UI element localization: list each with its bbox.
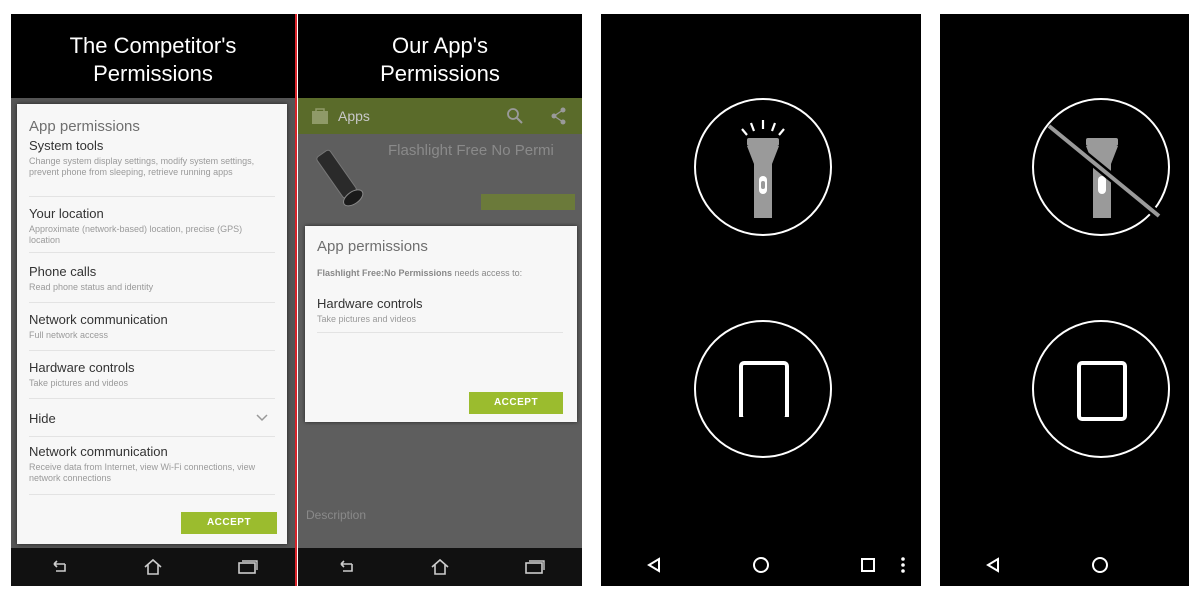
permission-desc: Approximate (network-based) location, pr…	[29, 224, 243, 245]
permission-hardware[interactable]: Hardware controls Take pictures and vide…	[317, 296, 563, 333]
home-icon	[1091, 557, 1108, 573]
screen-light-button[interactable]	[1032, 320, 1170, 458]
home-icon	[144, 558, 162, 575]
share-icon[interactable]	[550, 107, 568, 125]
permission-title: Your location	[29, 206, 104, 221]
recents-button[interactable]	[515, 552, 555, 582]
permission-title: Hardware controls	[317, 296, 423, 311]
flashlight-off-icon	[1046, 122, 1162, 220]
back-button[interactable]	[38, 552, 78, 582]
competitor-permissions-dialog: App permissions System tools Change syst…	[17, 104, 287, 544]
nav-bar	[940, 546, 1189, 584]
recents-icon	[860, 558, 875, 572]
home-button[interactable]	[741, 550, 781, 580]
hide-label: Hide	[29, 411, 56, 426]
app-name: Flashlight Free No Permi	[388, 142, 554, 159]
home-button[interactable]	[1080, 550, 1120, 580]
competitor-panel: The Competitor's Permissions App permiss…	[11, 14, 295, 586]
our-app-heading-line1: Our App's	[392, 33, 488, 58]
permission-desc: Take pictures and videos	[29, 378, 129, 388]
permission-desc: Change system display settings, modify s…	[29, 156, 255, 177]
permission-desc: Take pictures and videos	[317, 314, 417, 324]
back-button[interactable]	[325, 552, 365, 582]
flashlight-on-icon	[741, 120, 785, 218]
permission-system-tools[interactable]: System tools Change system display setti…	[29, 138, 275, 197]
permission-title: Hardware controls	[29, 360, 135, 375]
home-button[interactable]	[133, 552, 173, 582]
competitor-heading-line1: The Competitor's	[69, 33, 237, 58]
our-app-heading-line2: Permissions	[380, 61, 500, 86]
permission-title: Network communication	[29, 444, 168, 459]
flashlight-on-screen	[601, 14, 921, 586]
home-icon	[431, 558, 449, 575]
permission-network-extra[interactable]: Network communication Receive data from …	[29, 444, 275, 495]
dialog-title: App permissions	[29, 118, 140, 135]
competitor-heading-line2: Permissions	[93, 61, 213, 86]
phone-screen-icon	[739, 361, 789, 417]
phone-screen-icon	[1077, 361, 1127, 421]
flashlight-toggle-button[interactable]	[1032, 98, 1170, 236]
accept-button[interactable]: ACCEPT	[469, 392, 563, 414]
app-bar: Apps	[298, 98, 582, 134]
recents-button[interactable]	[848, 550, 888, 580]
permission-network[interactable]: Network communication Full network acces…	[29, 312, 275, 351]
back-icon	[986, 557, 1000, 573]
flashlight-off-screen	[940, 14, 1189, 586]
permission-hardware[interactable]: Hardware controls Take pictures and vide…	[29, 360, 275, 399]
back-icon	[647, 557, 661, 573]
app-name-bold: Flashlight Free:No Permissions	[317, 268, 453, 278]
flashlight-toggle-button[interactable]	[694, 98, 832, 236]
app-bar-title: Apps	[338, 108, 370, 124]
our-permissions-dialog: App permissions Flashlight Free:No Permi…	[305, 226, 577, 422]
recents-button[interactable]	[228, 552, 268, 582]
recents-icon	[237, 560, 258, 574]
needs-access-text: Flashlight Free:No Permissions needs acc…	[317, 268, 522, 278]
permission-desc: Receive data from Internet, view Wi-Fi c…	[29, 462, 256, 483]
back-button[interactable]	[634, 550, 674, 580]
search-icon[interactable]	[506, 107, 524, 125]
chevron-down-icon	[256, 414, 268, 422]
back-button[interactable]	[973, 550, 1013, 580]
permission-location[interactable]: Your location Approximate (network-based…	[29, 206, 275, 253]
home-icon	[752, 557, 769, 573]
needs-access-suffix: needs access to:	[452, 268, 523, 278]
permission-phone-calls[interactable]: Phone calls Read phone status and identi…	[29, 264, 275, 303]
permission-title: System tools	[29, 138, 104, 153]
our-app-panel: Our App's Permissions Apps Flashlight Fr…	[298, 14, 582, 586]
screen-light-button[interactable]	[694, 320, 832, 458]
accept-button[interactable]: ACCEPT	[181, 512, 277, 534]
play-store-bag-icon	[312, 108, 328, 124]
permission-desc: Read phone status and identity	[29, 282, 154, 292]
back-icon	[340, 560, 354, 572]
our-app-heading: Our App's Permissions	[298, 32, 582, 88]
nav-bar	[298, 548, 582, 586]
nav-bar	[601, 546, 921, 584]
recents-icon	[524, 560, 545, 574]
permission-desc: Full network access	[29, 330, 109, 340]
overflow-menu-icon[interactable]	[900, 556, 906, 574]
competitor-heading: The Competitor's Permissions	[11, 32, 295, 88]
install-button[interactable]	[481, 194, 575, 210]
hide-toggle[interactable]: Hide	[29, 410, 275, 437]
nav-bar	[11, 548, 295, 586]
description-heading: Description	[306, 508, 367, 522]
home-button[interactable]	[420, 552, 460, 582]
permission-title: Network communication	[29, 312, 168, 327]
recents-button[interactable]	[1187, 550, 1189, 580]
permission-title: Phone calls	[29, 264, 97, 279]
dialog-title: App permissions	[317, 238, 428, 255]
back-icon	[53, 560, 67, 572]
flashlight-app-icon	[316, 149, 364, 207]
